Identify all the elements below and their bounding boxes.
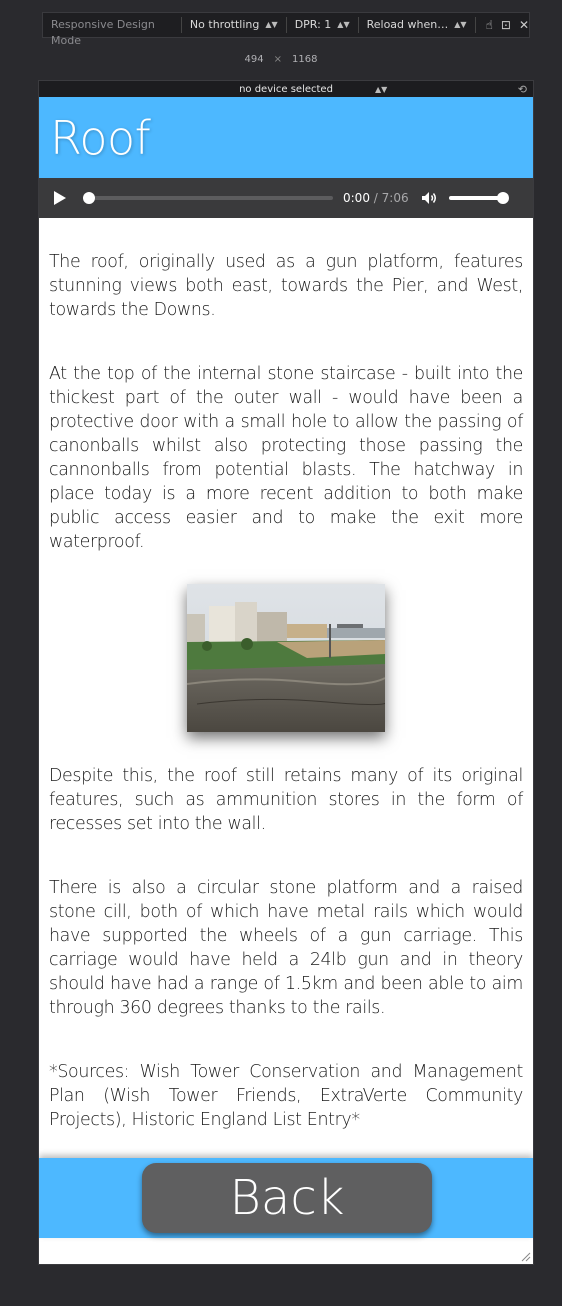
- device-viewport: no device selected ▲▼ ⟲ Roof 0:00 / 7:06: [38, 80, 534, 1265]
- page-footer: Back: [39, 1158, 533, 1238]
- play-icon[interactable]: [53, 190, 69, 206]
- responsive-design-toolbar: Responsive Design Mode No throttling ▲▼ …: [42, 12, 530, 47]
- time-display: 0:00 / 7:06: [343, 191, 409, 205]
- select-arrows-icon: ▲▼: [265, 20, 278, 29]
- throttling-select[interactable]: No throttling ▲▼: [182, 17, 287, 33]
- device-selector[interactable]: no device selected ▲▼ ⟲: [39, 81, 533, 97]
- dpr-label: DPR: 1: [294, 18, 332, 31]
- viewport-size: 494 × 1168: [0, 54, 562, 65]
- paragraph: Despite this, the roof still retains man…: [49, 766, 523, 834]
- viewport-times: ×: [273, 54, 283, 65]
- reload-select[interactable]: Reload when… ▲▼: [359, 17, 476, 33]
- duration: 7:06: [381, 191, 409, 205]
- volume-icon[interactable]: [421, 191, 439, 205]
- page-header: Roof: [39, 97, 533, 178]
- seek-thumb[interactable]: [83, 192, 95, 204]
- select-arrows-icon: ▲▼: [375, 84, 388, 94]
- reload-label: Reload when…: [366, 18, 449, 31]
- resize-grip-icon[interactable]: [521, 1252, 531, 1262]
- audio-player: 0:00 / 7:06: [39, 178, 533, 218]
- back-button[interactable]: Back: [142, 1163, 432, 1233]
- touch-simulation-icon[interactable]: ☝: [486, 18, 493, 32]
- seek-bar[interactable]: [83, 192, 333, 204]
- viewport-width[interactable]: 494: [245, 54, 264, 65]
- page-title: Roof: [50, 110, 151, 165]
- current-time: 0:00: [343, 191, 370, 205]
- sources-paragraph: *Sources: Wish Tower Conservation and Ma…: [49, 1062, 523, 1130]
- throttling-label: No throttling: [189, 18, 260, 31]
- paragraph: The roof, originally used as a gun platf…: [49, 252, 523, 320]
- roof-view-photo: [187, 584, 385, 732]
- select-arrows-icon: ▲▼: [337, 20, 350, 29]
- paragraph: There is also a circular stone platform …: [49, 878, 523, 1018]
- volume-thumb[interactable]: [496, 192, 509, 204]
- volume-slider[interactable]: [448, 192, 509, 204]
- select-arrows-icon: ▲▼: [454, 20, 467, 29]
- dpr-select[interactable]: DPR: 1 ▲▼: [287, 17, 359, 33]
- time-separator: /: [373, 191, 378, 205]
- device-selector-label: no device selected: [239, 83, 333, 95]
- rdm-mode-label: Responsive Design Mode: [43, 17, 182, 47]
- rotate-icon[interactable]: ⟲: [518, 83, 527, 96]
- viewport-height[interactable]: 1168: [292, 54, 317, 65]
- article-content: The roof, originally used as a gun platf…: [39, 250, 533, 1132]
- screenshot-camera-icon[interactable]: ⊡: [501, 18, 511, 32]
- close-icon[interactable]: ✕: [519, 18, 529, 32]
- paragraph: At the top of the internal stone stairca…: [49, 364, 523, 552]
